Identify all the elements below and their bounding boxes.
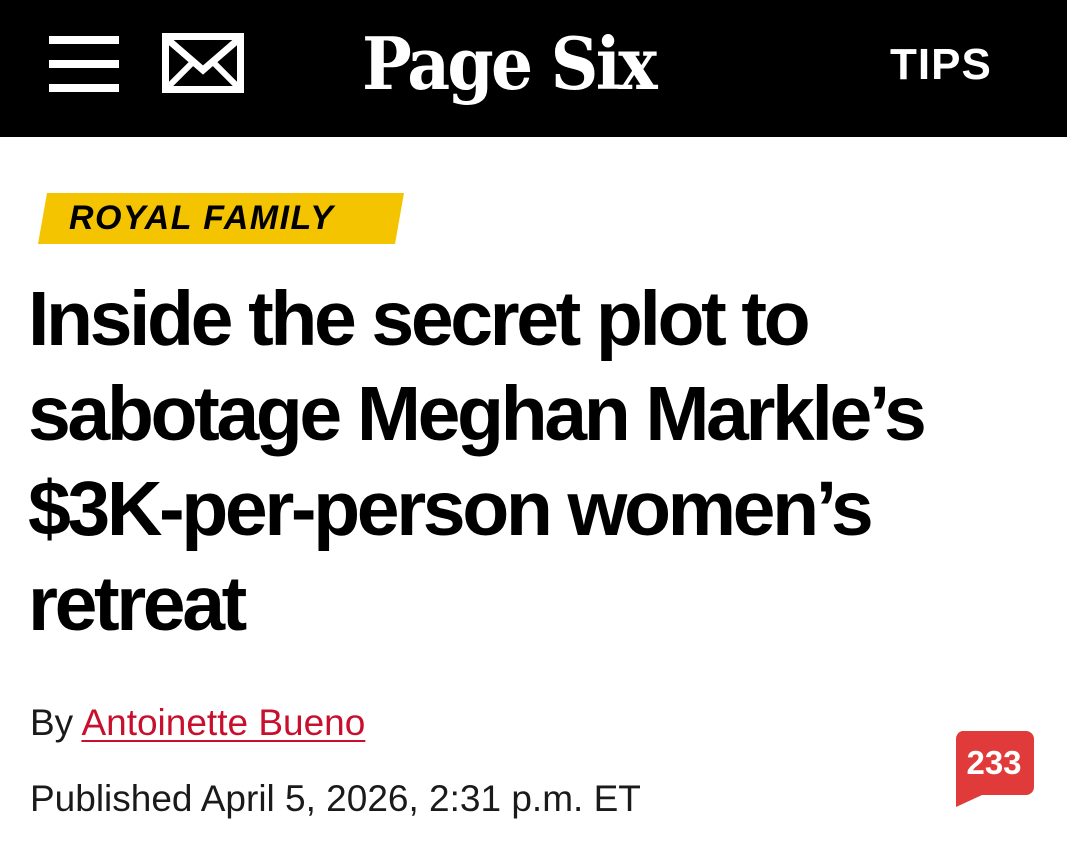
category-tag[interactable]: ROYAL FAMILY <box>38 193 404 244</box>
tips-link[interactable]: TIPS <box>890 40 992 90</box>
site-header: Page Six TIPS <box>0 0 1067 137</box>
category-label: ROYAL FAMILY <box>69 199 335 237</box>
author-link[interactable]: Antoinette Bueno <box>81 702 365 743</box>
byline-prefix: By <box>30 702 74 743</box>
comment-count: 233 <box>966 744 1022 781</box>
envelope-icon[interactable] <box>162 33 244 93</box>
published-date: Published April 5, 2026, 2:31 p.m. ET <box>30 778 641 819</box>
hamburger-menu-icon[interactable] <box>49 33 119 93</box>
site-logo[interactable]: Page Six <box>362 14 658 114</box>
byline: By Antoinette Bueno <box>30 698 365 748</box>
comments-button[interactable]: 233 <box>954 731 1034 809</box>
article-headline: Inside the secret plot to sabotage Megha… <box>28 276 927 647</box>
